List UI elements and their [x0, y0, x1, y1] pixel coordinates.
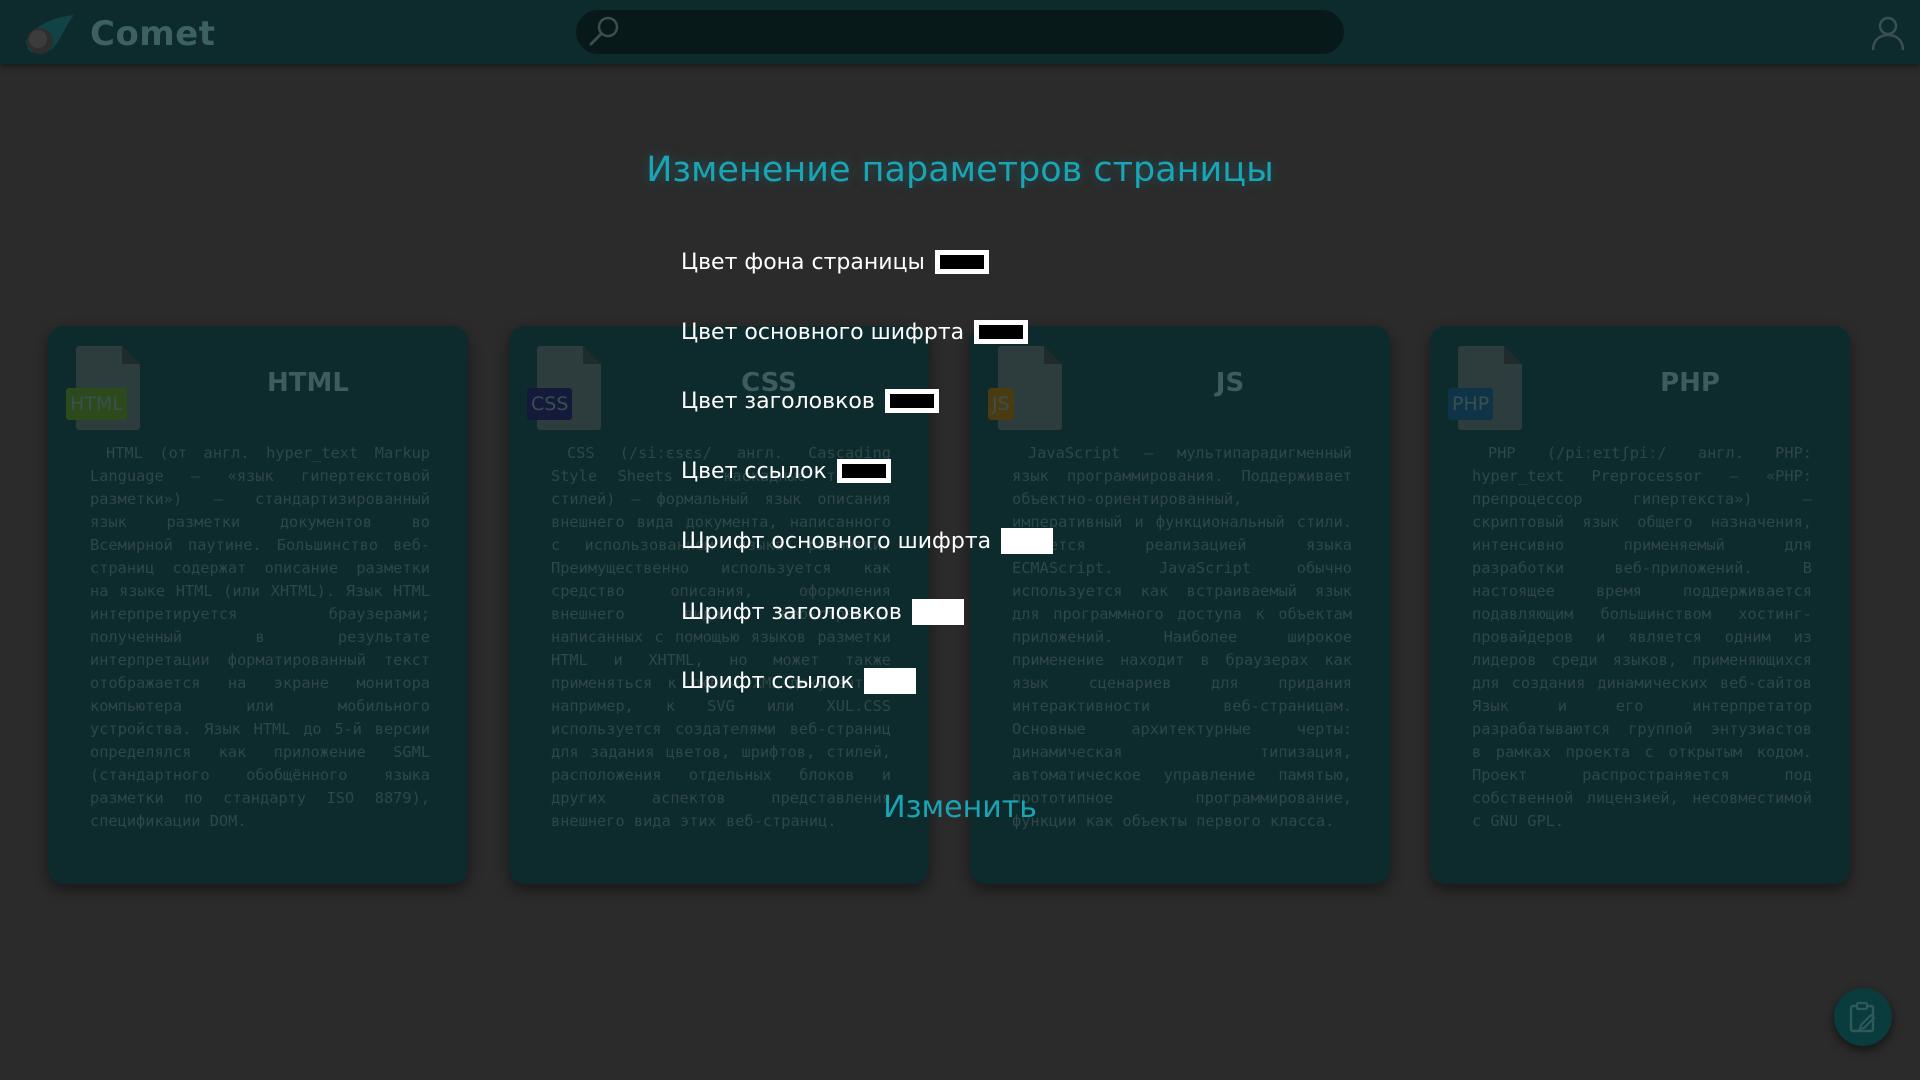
- apply-button[interactable]: Изменить: [860, 790, 1060, 825]
- user-icon[interactable]: [1870, 14, 1906, 52]
- settings-title: Изменение параметров страницы: [646, 150, 1274, 190]
- card-text: JavaScript — мультипарадигменный язык пр…: [1012, 444, 1352, 830]
- js-file-icon: JS: [988, 346, 1068, 432]
- settings-toggle-button[interactable]: [1834, 988, 1892, 1046]
- setting-headings-color: Цвет заголовков: [681, 381, 939, 421]
- setting-links-color: Цвет ссылок: [681, 451, 891, 491]
- setting-links-font: Шрифт ссылок: [681, 661, 916, 701]
- css-file-icon: CSS: [527, 346, 607, 432]
- setting-label: Шрифт ссылок: [681, 668, 854, 694]
- links-color-input[interactable]: [836, 459, 891, 483]
- setting-main-font-color: Цвет основного шифрта: [681, 312, 1029, 352]
- file-tag: JS: [988, 388, 1014, 420]
- setting-page-background: Цвет фона страницы: [681, 242, 989, 282]
- php-file-icon: PHP: [1448, 346, 1528, 432]
- card-title: JS: [1215, 368, 1245, 398]
- card-text: PHP (/piːeɪtʃpiː/ англ. PHP: hyper_text …: [1472, 444, 1812, 830]
- file-tag: HTML: [66, 388, 127, 420]
- main-font-color-input[interactable]: [974, 320, 1029, 344]
- search-input[interactable]: [576, 10, 1344, 54]
- setting-label: Цвет заголовков: [681, 388, 875, 414]
- setting-headings-font: Шрифт заголовков: [681, 592, 964, 632]
- setting-main-font: Шрифт основного шифрта: [681, 521, 1054, 561]
- setting-label: Шрифт заголовков: [681, 599, 902, 625]
- setting-label: Цвет фона страницы: [681, 249, 925, 275]
- html-file-icon: HTML: [66, 346, 146, 432]
- card-html: HTML HTML HTML (от англ. hyper_text Mark…: [48, 326, 468, 884]
- setting-label: Цвет ссылок: [681, 458, 827, 484]
- card-text: CSS (/siːɛsɛs/ англ. Cascading Style She…: [551, 444, 891, 830]
- headings-color-input[interactable]: [884, 389, 939, 413]
- page: Comet HTML HTML HTML (от англ. hyper_tex…: [0, 0, 1920, 1080]
- brand-name[interactable]: Comet: [90, 14, 216, 54]
- file-tag: CSS: [527, 388, 573, 420]
- card-php: PHP PHP PHP (/piːeɪtʃpiː/ англ. PHP: hyp…: [1430, 326, 1850, 884]
- comet-logo-icon[interactable]: [22, 15, 74, 55]
- search-icon[interactable]: [586, 14, 622, 50]
- setting-label: Цвет основного шифрта: [681, 319, 965, 345]
- top-bar: Comet: [0, 0, 1920, 64]
- main-font-input[interactable]: [1001, 528, 1054, 554]
- headings-font-input[interactable]: [911, 599, 964, 625]
- card-text: HTML (от англ. hyper_text Markup Languag…: [90, 444, 430, 830]
- card-title: HTML: [267, 368, 349, 398]
- page-background-color-input[interactable]: [934, 250, 989, 274]
- setting-label: Шрифт основного шифрта: [681, 528, 992, 554]
- card-title: PHP: [1660, 368, 1720, 398]
- file-tag: PHP: [1448, 388, 1494, 420]
- clipboard-edit-icon: [1849, 1001, 1876, 1033]
- links-font-input[interactable]: [863, 668, 916, 694]
